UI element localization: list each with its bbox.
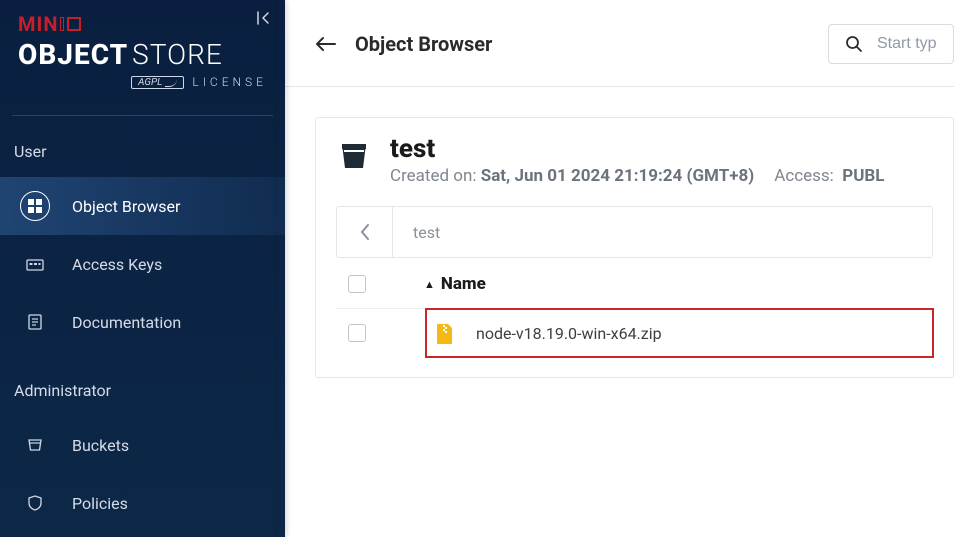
sidebar-item-label: Object Browser: [72, 197, 180, 216]
breadcrumb-path[interactable]: test: [393, 223, 460, 242]
documentation-icon: [20, 307, 50, 337]
sidebar-item-policies[interactable]: Policies: [0, 474, 285, 532]
column-name-label: Name: [441, 274, 486, 294]
topbar: Object Browser: [285, 0, 954, 87]
logo: MIN OBJECTSTORE AGPL LICENSE: [0, 0, 285, 107]
bucket-icon: [336, 138, 372, 174]
main-content: Object Browser test Created o: [285, 0, 954, 537]
sidebar-item-label: Buckets: [72, 436, 129, 455]
select-all-checkbox[interactable]: [348, 275, 366, 293]
access-value: PUBL: [842, 166, 884, 186]
sort-caret-icon: ▲: [424, 278, 435, 291]
sidebar-divider: [12, 115, 273, 116]
license-label: LICENSE: [192, 75, 267, 89]
search-box[interactable]: [828, 24, 954, 64]
file-zip-icon: [436, 323, 454, 343]
back-button[interactable]: [315, 36, 337, 52]
access-label: Access:: [774, 166, 834, 186]
search-icon: [845, 35, 863, 53]
minio-logo-text: MIN: [18, 12, 267, 36]
objectstore-logo-text: OBJECTSTORE: [18, 38, 267, 71]
license-row: AGPL LICENSE: [18, 75, 267, 89]
bucket-name: test: [390, 134, 884, 164]
breadcrumb-bar: test: [336, 206, 933, 258]
collapse-sidebar-button[interactable]: [255, 10, 271, 26]
bucket-card: test Created on: Sat, Jun 01 2024 21:19:…: [315, 117, 954, 378]
sidebar-item-label: Access Keys: [72, 255, 162, 274]
sidebar-section-user: User: [0, 134, 285, 177]
created-value: Sat, Jun 01 2024 21:19:24 (GMT+8): [481, 166, 755, 186]
sidebar-item-label: Policies: [72, 494, 128, 513]
object-browser-icon: [20, 191, 50, 221]
agpl-badge: AGPL: [131, 76, 184, 89]
breadcrumb-back-button[interactable]: [337, 207, 393, 257]
policies-icon: [20, 488, 50, 518]
created-label: Created on:: [390, 166, 477, 186]
table-header: ▲ Name: [336, 258, 933, 308]
sidebar-item-access-keys[interactable]: Access Keys: [0, 235, 285, 293]
sidebar-item-buckets[interactable]: Buckets: [0, 416, 285, 474]
sidebar-item-object-browser[interactable]: Object Browser: [0, 177, 285, 235]
sidebar: MIN OBJECTSTORE AGPL LICENSE User Object…: [0, 0, 285, 537]
access-keys-icon: [20, 249, 50, 279]
sidebar-item-documentation[interactable]: Documentation: [0, 293, 285, 351]
sidebar-section-administrator: Administrator: [0, 373, 285, 416]
table-row[interactable]: node-v18.19.0-win-x64.zip: [426, 309, 933, 357]
sidebar-item-label: Documentation: [72, 313, 181, 332]
row-checkbox[interactable]: [348, 324, 366, 342]
page-title: Object Browser: [355, 32, 492, 56]
file-name: node-v18.19.0-win-x64.zip: [476, 324, 662, 343]
column-header-name[interactable]: ▲ Name: [424, 274, 486, 294]
search-input[interactable]: [877, 35, 937, 53]
buckets-icon: [20, 430, 50, 460]
